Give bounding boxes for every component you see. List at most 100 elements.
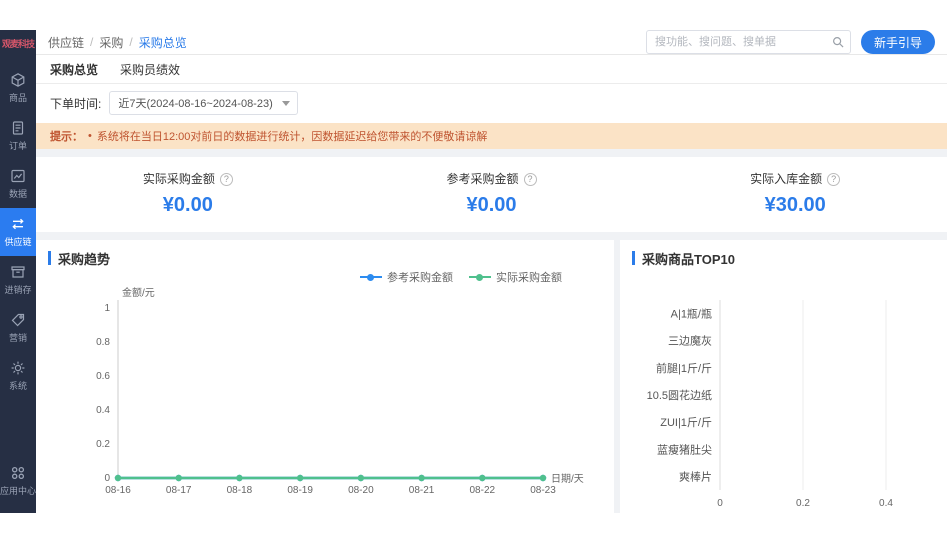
- sidebar-item-label: 营销: [8, 333, 27, 343]
- line-chart: 0 0.2 0.4 0.6 0.8 1 金额/元 08-16 08-17 08-18 08-19 08…: [96, 286, 584, 496]
- chart-title: 采购趋势: [58, 251, 111, 267]
- app-logo: 观麦科技: [1, 39, 35, 49]
- svg-text:08-22: 08-22: [469, 485, 495, 496]
- order-time-select[interactable]: 近7天(2024-08-16~2024-08-23): [109, 91, 298, 115]
- breadcrumb-separator: /: [129, 35, 133, 49]
- marketing-icon: [10, 312, 26, 328]
- svg-text:0.2: 0.2: [796, 498, 810, 509]
- document-icon: [10, 120, 26, 136]
- breadcrumb: 供应链 / 采购 / 采购总览: [48, 34, 187, 51]
- svg-text:0.4: 0.4: [879, 498, 893, 509]
- sidebar-item-box[interactable]: 商品: [0, 64, 36, 112]
- notice-label: 提示：: [50, 131, 83, 143]
- svg-text:08-19: 08-19: [287, 485, 313, 496]
- chart-icon: [10, 168, 26, 184]
- app-window: 观麦科技 商品订单数据供应链进销存营销系统 应用中心 供应链/采购/采购总览 新…: [0, 30, 947, 513]
- sidebar-item-label: 供应链: [4, 237, 32, 247]
- svg-text:0.8: 0.8: [96, 337, 110, 348]
- svg-text:ZUI|1斤/斤: ZUI|1斤/斤: [660, 416, 712, 429]
- box-icon: [10, 72, 26, 88]
- sidebar-item-label: 订单: [8, 141, 27, 151]
- legend-line-icon: [469, 273, 491, 281]
- svg-text:1: 1: [104, 303, 110, 314]
- purchase-trend-title-row: 采购趋势: [48, 248, 602, 268]
- breadcrumb-item[interactable]: 供应链: [48, 34, 84, 51]
- chart-legend: 参考采购金额 实际采购金额: [48, 268, 602, 286]
- notice-text: 系统将在当日12:00对前日的数据进行统计，因数据延迟给您带来的不便敬请谅解: [96, 131, 488, 143]
- stat-item: 参考采购金额? ¥0.00: [340, 170, 644, 217]
- legend-dot-icon: [367, 273, 374, 281]
- svg-text:0: 0: [717, 498, 723, 509]
- title-marker: [48, 251, 51, 265]
- legend-item[interactable]: 参考采购金额: [360, 269, 453, 285]
- sidebar-item-marketing[interactable]: 营销: [0, 304, 36, 352]
- svg-text:08-21: 08-21: [409, 485, 435, 496]
- svg-text:三边魔灰: 三边魔灰: [668, 334, 712, 348]
- svg-text:0: 0: [104, 473, 110, 484]
- breadcrumb-item[interactable]: 采购: [99, 34, 123, 51]
- purchase-trend-card: 采购趋势 参考采购金额 实际采购金额 0 0.2 0.4 0.6 0.8 1 金额/元 08-1…: [36, 240, 614, 513]
- tabs: 采购总览 采购员绩效: [36, 55, 947, 84]
- tab-overview[interactable]: 采购总览: [50, 61, 98, 78]
- sidebar-item-label: 应用中心: [0, 486, 37, 496]
- legend-line-icon: [360, 273, 382, 281]
- stat-label: 实际采购金额: [142, 172, 215, 186]
- notice-bullet: •: [88, 130, 92, 142]
- guide-button[interactable]: 新手引导: [860, 30, 935, 54]
- info-icon[interactable]: ?: [523, 173, 537, 186]
- stat-label-row: 实际采购金额?: [36, 170, 340, 187]
- sidebar-item-label: 系统: [8, 381, 27, 391]
- search-icon[interactable]: [831, 35, 845, 49]
- top10-title-row: 采购商品TOP10: [632, 248, 935, 268]
- svg-text:蓝瘦猪肚尖: 蓝瘦猪肚尖: [657, 442, 712, 456]
- bar-chart: 0 0.2 0.4 A|1瓶/瓶三边魔灰前腿|1斤/斤 10.5圆花边纸 ZUI|1斤/斤…: [647, 300, 893, 509]
- breadcrumb-separator: /: [90, 35, 94, 49]
- title-marker: [632, 251, 635, 265]
- svg-text:08-20: 08-20: [348, 485, 374, 496]
- supply-icon: [10, 216, 26, 232]
- tab-performance[interactable]: 采购员绩效: [120, 61, 180, 78]
- svg-text:08-23: 08-23: [530, 485, 556, 496]
- sidebar-item-gear[interactable]: 系统: [0, 352, 36, 400]
- info-icon[interactable]: ?: [219, 173, 233, 186]
- info-icon[interactable]: ?: [827, 173, 841, 186]
- chevron-down-icon: [281, 101, 290, 106]
- sidebar-item-chart[interactable]: 数据: [0, 160, 36, 208]
- sidebar-item-supply[interactable]: 供应链: [0, 208, 36, 256]
- sidebar-item-app-center[interactable]: 应用中心: [0, 459, 36, 503]
- stat-value: ¥30.00: [764, 194, 826, 216]
- legend-dot-icon: [476, 273, 483, 281]
- svg-text:10.5圆花边纸: 10.5圆花边纸: [647, 389, 712, 402]
- sidebar-item-label: 商品: [8, 93, 27, 103]
- stat-value: ¥0.00: [162, 194, 213, 216]
- svg-text:0.2: 0.2: [96, 439, 110, 450]
- stat-label-row: 实际入库金额?: [643, 170, 947, 187]
- order-time-label: 下单时间:: [50, 96, 102, 111]
- inventory-icon: [10, 264, 26, 280]
- stat-label: 参考采购金额: [446, 172, 519, 186]
- stat-label-row: 参考采购金额?: [340, 170, 644, 187]
- svg-text:08-16: 08-16: [105, 485, 131, 496]
- gear-icon: [10, 360, 26, 376]
- sidebar-item-document[interactable]: 订单: [0, 112, 36, 160]
- order-time-value: 近7天(2024-08-16~2024-08-23): [118, 98, 273, 110]
- sidebar-item-inventory[interactable]: 进销存: [0, 256, 36, 304]
- topbar: 供应链 / 采购 / 采购总览 新手引导: [36, 30, 947, 55]
- sidebar: 观麦科技 商品订单数据供应链进销存营销系统 应用中心: [0, 30, 36, 513]
- legend-label: 参考采购金额: [387, 272, 453, 284]
- search-input-wrapper: [645, 30, 851, 54]
- svg-text:0.6: 0.6: [96, 371, 110, 382]
- stat-item: 实际采购金额? ¥0.00: [36, 170, 340, 217]
- search-input[interactable]: [645, 30, 851, 54]
- notice-bar: 提示： • 系统将在当日12:00对前日的数据进行统计，因数据延迟给您带来的不便…: [36, 123, 947, 149]
- stats-card: 实际采购金额? ¥0.00 参考采购金额? ¥0.00 实际入库金额? ¥30.00: [36, 157, 947, 232]
- sidebar-item-label: 进销存: [4, 285, 32, 295]
- svg-text:爽棒片: 爽棒片: [679, 469, 712, 483]
- charts-row: 采购趋势 参考采购金额 实际采购金额 0 0.2 0.4 0.6 0.8 1 金额/元 08-1…: [36, 240, 947, 513]
- chart-title: 采购商品TOP10: [642, 251, 735, 267]
- legend-item[interactable]: 实际采购金额: [469, 269, 562, 285]
- breadcrumb-item[interactable]: 采购总览: [139, 34, 187, 51]
- app-grid-icon: [10, 465, 26, 481]
- svg-text:08-17: 08-17: [166, 485, 192, 496]
- filter-row: 下单时间: 近7天(2024-08-16~2024-08-23): [36, 84, 947, 123]
